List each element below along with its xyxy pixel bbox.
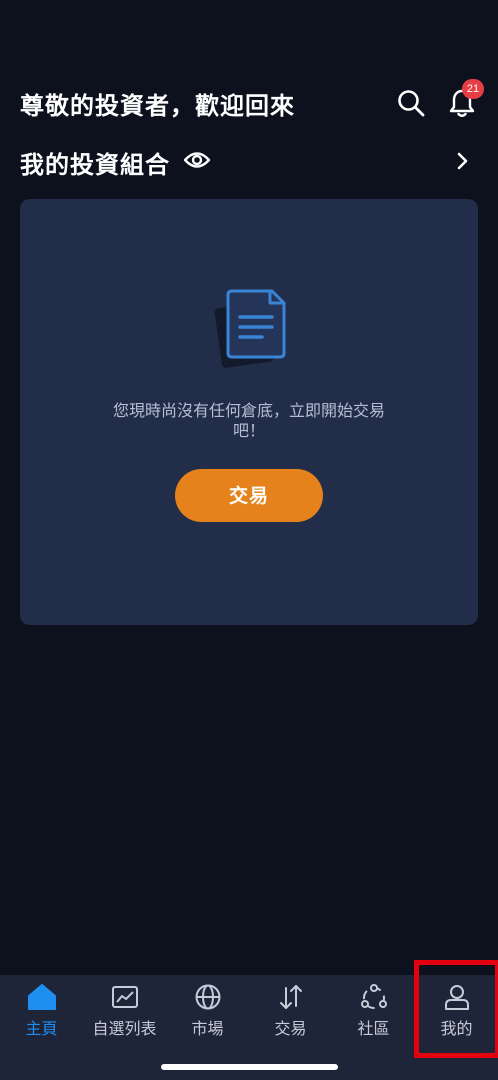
globe-icon [195,984,220,1010]
community-icon [360,984,387,1009]
notification-badge: 21 [462,79,484,99]
tab-watchlist[interactable]: 自選列表 [83,983,166,1043]
header: 尊敬的投資者，歡迎回來 21 [0,0,498,140]
greeting-title: 尊敬的投資者，歡迎回來 [20,92,295,120]
trade-button[interactable]: 交易 [175,469,323,522]
tab-home[interactable]: 主頁 [0,983,83,1043]
chart-icon [111,986,138,1008]
person-icon [444,985,469,1010]
search-button[interactable] [396,88,426,118]
tab-community[interactable]: 社區 [332,983,415,1043]
tab-label-market: 市場 [191,1019,224,1038]
tab-label-trade: 交易 [274,1019,307,1038]
empty-state-message: 您現時尚沒有任何倉底，立即開始交易吧！ [112,401,385,440]
tab-profile[interactable]: 我的 [415,983,498,1043]
tab-label-home: 主頁 [25,1019,58,1038]
tab-label-community: 社區 [357,1019,390,1038]
chevron-right-icon[interactable] [454,150,472,172]
tab-trade[interactable]: 交易 [249,983,332,1043]
home-indicator [161,1064,338,1070]
home-icon [27,984,56,1010]
tab-label-profile: 我的 [440,1019,473,1038]
tab-label-watchlist: 自選列表 [92,1019,157,1038]
eye-icon[interactable] [183,150,211,170]
document-icon [214,287,286,371]
tab-market[interactable]: 市場 [166,983,249,1043]
swap-arrows-icon [279,985,302,1009]
portfolio-empty-card: 您現時尚沒有任何倉底，立即開始交易吧！ 交易 [20,199,478,625]
portfolio-header[interactable]: 我的投資組合 [20,142,478,180]
search-icon [398,90,425,117]
portfolio-title: 我的投資組合 [20,151,170,179]
